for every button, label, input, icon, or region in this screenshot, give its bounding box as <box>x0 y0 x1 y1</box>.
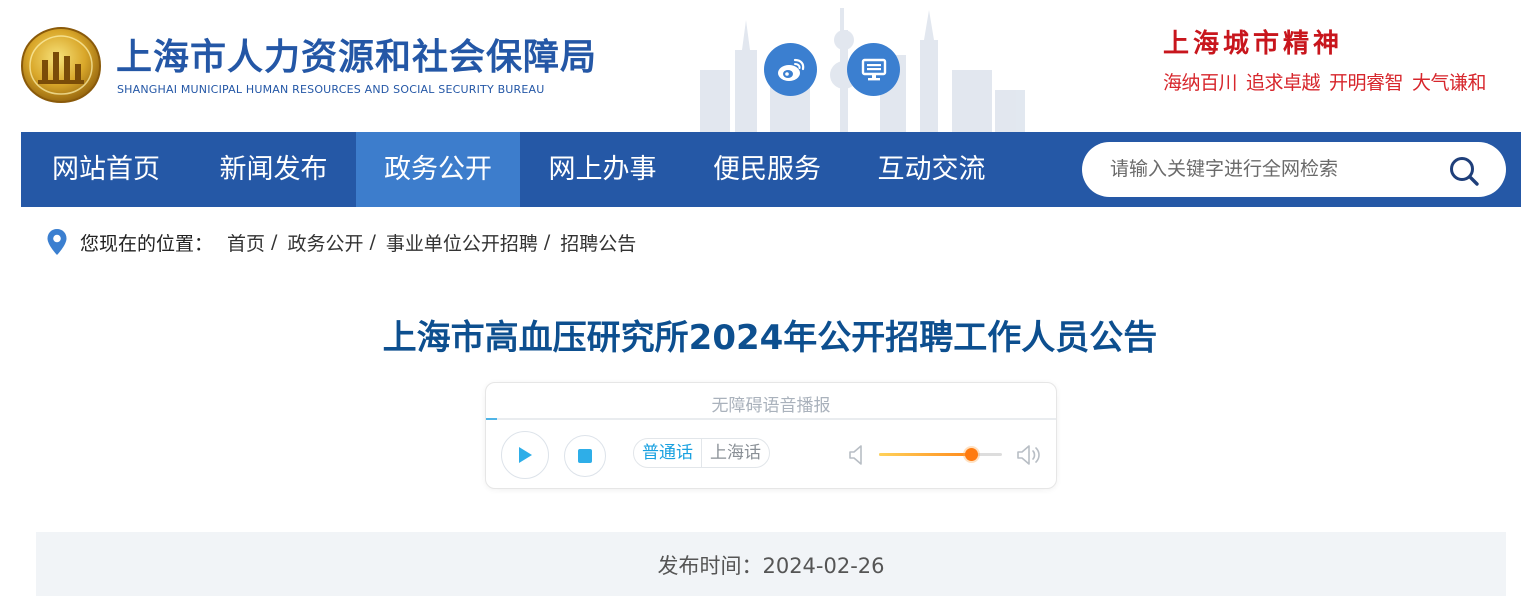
city-spirit-word: 海纳百川 <box>1163 72 1238 94</box>
dialect-mandarin[interactable]: 普通话 <box>634 439 702 467</box>
search-box <box>1082 142 1506 197</box>
nav-item-gov-affairs[interactable]: 政务公开 <box>356 132 520 207</box>
breadcrumb-recruitment[interactable]: 事业单位公开招聘 <box>386 229 538 256</box>
volume-knob[interactable] <box>965 448 979 461</box>
player-progress-track[interactable] <box>486 418 1056 420</box>
stop-icon <box>578 449 592 463</box>
volume-low-icon[interactable] <box>848 444 866 466</box>
play-button[interactable] <box>501 431 549 479</box>
play-icon <box>519 447 532 463</box>
main-nav: 网站首页 新闻发布 政务公开 网上办事 便民服务 互动交流 <box>21 132 1521 207</box>
stop-button[interactable] <box>564 435 606 477</box>
volume-slider[interactable] <box>879 448 1002 461</box>
pc-version-button[interactable] <box>847 43 900 96</box>
city-spirit-word: 大气谦和 <box>1412 72 1487 94</box>
weibo-button[interactable] <box>764 43 817 96</box>
audio-player: 无障碍语音播报 普通话 上海话 <box>485 382 1057 489</box>
nav-item-public-services[interactable]: 便民服务 <box>685 132 849 207</box>
dialect-shanghainese[interactable]: 上海话 <box>702 439 769 467</box>
breadcrumb-announcement[interactable]: 招聘公告 <box>560 229 636 256</box>
volume-fill <box>879 453 972 456</box>
location-pin-icon <box>47 229 67 255</box>
player-title: 无障碍语音播报 <box>711 396 831 416</box>
nav-item-news[interactable]: 新闻发布 <box>191 132 356 207</box>
search-icon[interactable] <box>1448 155 1480 187</box>
city-spirit-word: 开明睿智 <box>1329 72 1404 94</box>
city-spirit-words: 海纳百川 追求卓越 开明睿智 大气谦和 <box>1163 68 1495 95</box>
breadcrumb-home[interactable]: 首页 <box>227 229 265 256</box>
city-spirit-title: 上海城市精神 <box>1163 29 1344 59</box>
site-subtitle: SHANGHAI MUNICIPAL HUMAN RESOURCES AND S… <box>117 83 545 96</box>
article-meta-bar: 发布时间：2024-02-26 <box>36 532 1506 596</box>
breadcrumb-label: 您现在的位置： <box>80 232 214 255</box>
article-title: 上海市高血压研究所2024年公开招聘工作人员公告 <box>382 318 1158 358</box>
weibo-icon <box>777 58 804 81</box>
monitor-icon <box>861 58 886 80</box>
publish-time: 发布时间：2024-02-26 <box>657 554 885 578</box>
volume-high-icon[interactable] <box>1016 444 1042 466</box>
nav-item-online-services[interactable]: 网上办事 <box>520 132 685 207</box>
site-title[interactable]: 上海市人力资源和社会保障局 <box>116 28 597 80</box>
breadcrumb: 您现在的位置： 首页 / 政务公开 / 事业单位公开招聘 / 招聘公告 <box>46 226 636 258</box>
breadcrumb-gov-affairs[interactable]: 政务公开 <box>287 229 363 256</box>
player-progress-fill <box>486 418 498 420</box>
city-spirit-word: 追求卓越 <box>1246 72 1321 94</box>
nav-item-interaction[interactable]: 互动交流 <box>849 132 1014 207</box>
dialect-toggle: 普通话 上海话 <box>633 438 770 468</box>
breadcrumb-separator: / <box>543 231 551 253</box>
nav-item-home[interactable]: 网站首页 <box>21 132 191 207</box>
search-input[interactable] <box>1110 150 1440 188</box>
bureau-emblem-icon[interactable] <box>20 26 102 104</box>
breadcrumb-separator: / <box>271 231 278 253</box>
site-header: 上海市人力资源和社会保障局 SHANGHAI MUNICIPAL HUMAN R… <box>0 0 1522 132</box>
breadcrumb-separator: / <box>369 231 376 253</box>
